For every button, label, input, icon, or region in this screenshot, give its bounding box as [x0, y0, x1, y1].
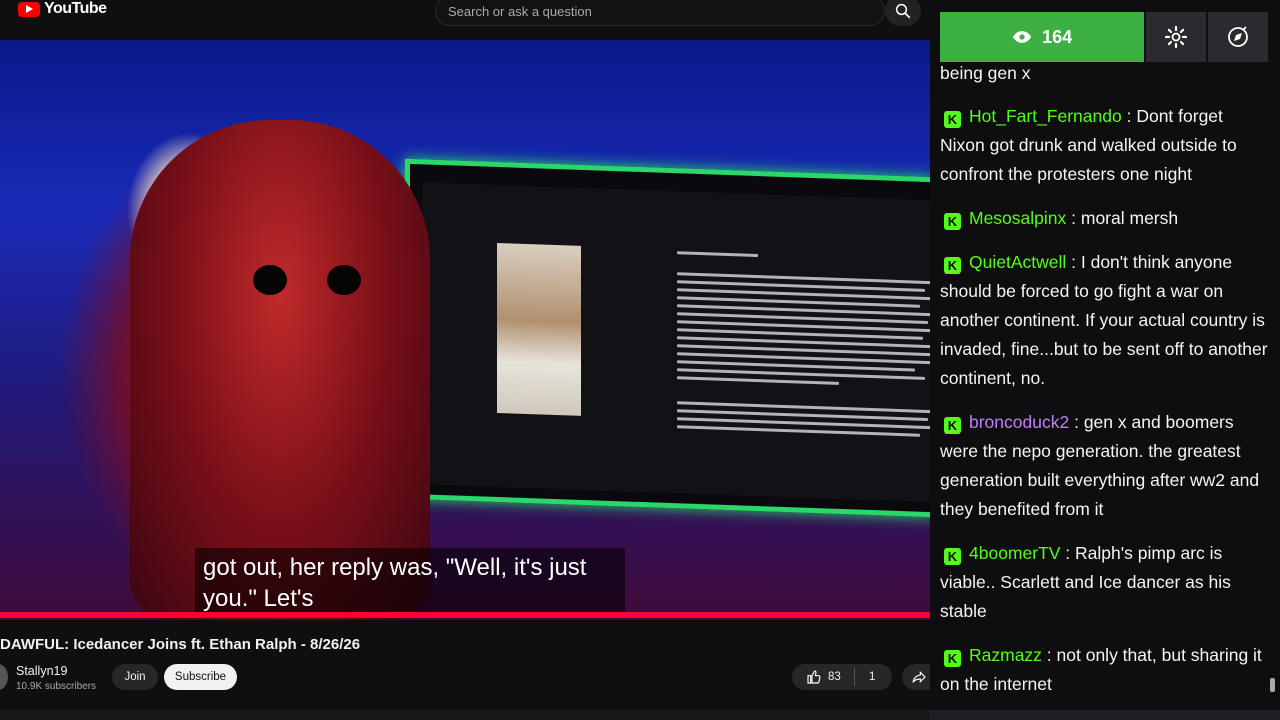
chat-separator: :	[1066, 208, 1081, 228]
chat-separator: :	[1060, 543, 1076, 563]
eye-icon	[1012, 31, 1032, 43]
viewer-count: 164	[1042, 26, 1073, 47]
viewer-count-badge: 164	[940, 12, 1145, 62]
chat-separator: :	[1066, 252, 1081, 272]
video-progress-bar[interactable]	[0, 612, 930, 618]
dislike-button[interactable]: 1	[855, 671, 875, 683]
subscriber-count: 10.9K subscribers	[16, 681, 97, 692]
thumbs-up-icon	[807, 670, 821, 684]
sunglasses	[245, 265, 375, 295]
subscribe-button[interactable]: Subscribe	[164, 664, 237, 690]
chat-message: K Mesosalpinx : moral mersh	[940, 204, 1270, 233]
document-text	[677, 251, 930, 510]
video-captions: got out, her reply was, "Well, it's just…	[195, 548, 625, 618]
popout-chat-button[interactable]	[1208, 12, 1268, 62]
chat-settings-button[interactable]	[1146, 12, 1207, 62]
kick-badge-icon: K	[944, 417, 961, 434]
caption-line-2: you." Let's	[203, 585, 314, 612]
chat-username[interactable]: Mesosalpinx	[969, 208, 1066, 228]
search-input[interactable]: Search or ask a question	[435, 0, 885, 26]
chat-scrollbar[interactable]	[1270, 678, 1275, 692]
chat-message: K 4boomerTV : Ralph's pimp arc is viable.…	[940, 539, 1270, 626]
like-button[interactable]: 83	[792, 669, 854, 685]
share-icon	[912, 670, 926, 684]
chat-message-partial: being gen x	[940, 63, 1031, 83]
chat-message-text: I don't think anyone should be forced to…	[940, 252, 1268, 388]
chat-message: K Razmazz : not only that, but sharing it…	[940, 641, 1270, 699]
kick-badge-icon: K	[944, 257, 961, 274]
channel-name[interactable]: Stallyn19	[16, 664, 67, 678]
youtube-play-icon	[18, 1, 40, 17]
dislike-count: 1	[869, 671, 876, 683]
caption-line-1: got out, her reply was, "Well, it's just	[203, 554, 587, 581]
video-title: DAWFUL: Icedancer Joins ft. Ethan Ralph …	[0, 636, 361, 653]
chat-username[interactable]: Hot_Fart_Fernando	[969, 106, 1122, 126]
search-button[interactable]	[885, 0, 921, 26]
top-bar: YouTube Search or ask a question	[0, 0, 930, 26]
kick-badge-icon: K	[944, 111, 961, 128]
chat-username[interactable]: Razmazz	[969, 645, 1042, 665]
chat-messages: being gen x K Hot_Fart_Fernando : Dont fo…	[940, 60, 1270, 714]
like-count: 83	[828, 671, 841, 683]
join-button[interactable]: Join	[112, 664, 158, 690]
chat-username[interactable]: broncoduck2	[969, 412, 1069, 432]
video-player[interactable]: got out, her reply was, "Well, it's just…	[0, 40, 930, 620]
kick-badge-icon: K	[944, 548, 961, 565]
bottom-strip	[0, 710, 930, 720]
search-icon	[895, 3, 911, 19]
chat-input-area[interactable]	[930, 710, 1280, 720]
chat-message: K QuietActwell : I don't think anyone sho…	[940, 248, 1270, 393]
chat-username[interactable]: 4boomerTV	[969, 543, 1060, 563]
gear-icon	[1165, 25, 1188, 49]
chat-username[interactable]: QuietActwell	[969, 252, 1066, 272]
chat-separator: :	[1041, 645, 1057, 665]
chat-separator: :	[1121, 106, 1137, 126]
channel-avatar[interactable]	[0, 664, 8, 690]
app-root: YouTube Search or ask a question got out…	[0, 0, 1280, 720]
chat-message: Kbroncoduck2 : gen x and boomers were th…	[940, 408, 1270, 524]
compass-icon	[1228, 26, 1248, 47]
youtube-logo[interactable]: YouTube	[18, 0, 107, 18]
chat-message-text: moral mersh	[1080, 208, 1179, 228]
streamer-figure	[130, 120, 430, 620]
webcam-feed	[497, 242, 581, 416]
chat-message: K Hot_Fart_Fernando : Dont forget Nixon g…	[940, 102, 1270, 189]
kick-badge-icon: K	[944, 650, 961, 667]
background-monitor	[405, 158, 930, 518]
kick-badge-icon: K	[944, 213, 961, 230]
like-dislike-group: 83 1	[792, 664, 892, 690]
chat-separator: :	[1069, 412, 1084, 432]
chat-panel: 164 being gen x K Hot_Fart_Fernando : Don…	[930, 0, 1280, 720]
chat-header: 164	[940, 12, 1268, 62]
logo-text: YouTube	[44, 0, 107, 17]
